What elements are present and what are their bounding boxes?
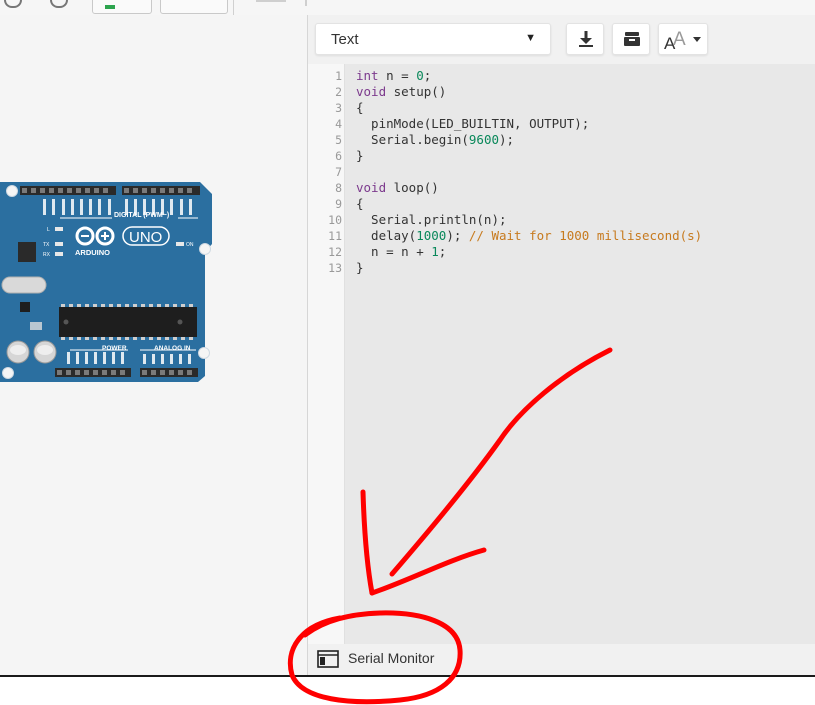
code-token: 9600 <box>468 132 499 147</box>
code-token: 0 <box>416 68 424 83</box>
download-icon <box>579 31 593 47</box>
line-number: 10 <box>328 213 342 227</box>
library-icon <box>624 32 640 46</box>
code-token: 1 <box>431 244 439 259</box>
code-token: loop() <box>386 180 439 195</box>
bottom-border <box>0 675 815 677</box>
line-number: 11 <box>328 229 342 243</box>
code-mode-dropdown[interactable]: Text ▼ <box>315 23 551 55</box>
code-token: ; <box>438 244 447 259</box>
code-token: ); <box>446 228 469 243</box>
line-number: 6 <box>335 149 342 163</box>
line-number: 9 <box>335 197 342 211</box>
green-indicator-icon <box>105 5 115 9</box>
code-token: delay( <box>356 228 417 243</box>
toolbar-button-2[interactable] <box>160 0 228 14</box>
font-size-icon: A A <box>664 29 701 52</box>
toolbar-button-1[interactable] <box>92 0 152 14</box>
code-token: } <box>356 260 364 275</box>
code-line: Serial.println(n); <box>356 212 507 228</box>
code-token: } <box>356 148 364 163</box>
line-number: 5 <box>335 133 342 147</box>
board-name: ARDUINO <box>75 248 110 257</box>
code-token: Serial.println(n); <box>356 212 507 227</box>
code-token: Serial.begin( <box>356 132 469 147</box>
code-token: n = <box>378 68 417 83</box>
rotate-right-icon[interactable] <box>50 0 68 8</box>
toolbar-tool-icon[interactable] <box>256 0 286 2</box>
code-line: n = n + 1; <box>356 244 446 260</box>
serial-monitor-icon <box>317 650 339 668</box>
line-number: 4 <box>335 117 342 131</box>
code-line: Serial.begin(9600); <box>356 132 514 148</box>
code-token: // Wait for 1000 millisecond(s) <box>468 228 703 243</box>
code-line: { <box>356 100 364 116</box>
line-number: 7 <box>335 165 342 179</box>
line-number: 1 <box>335 69 342 83</box>
board-label-rx: RX <box>43 252 51 258</box>
code-line: { <box>356 196 364 212</box>
chevron-down-icon: ▼ <box>525 32 536 44</box>
line-number: 3 <box>335 101 342 115</box>
code-token: int <box>356 68 379 83</box>
code-token: ); <box>499 132 515 147</box>
toolbar-tool-icon-2[interactable] <box>305 0 307 6</box>
rotate-left-icon[interactable] <box>4 0 22 8</box>
code-token: { <box>356 196 364 211</box>
serial-monitor-label: Serial Monitor <box>348 650 435 666</box>
code-token: void <box>356 180 387 195</box>
svg-text:A: A <box>673 29 686 50</box>
line-number-gutter: 1 2 3 4 5 6 7 8 9 10 11 12 13 <box>308 64 345 644</box>
code-token: setup() <box>386 84 447 99</box>
download-button[interactable] <box>566 23 604 55</box>
code-line: void setup() <box>356 84 446 100</box>
code-line: pinMode(LED_BUILTIN, OUTPUT); <box>356 116 589 132</box>
code-token: void <box>356 84 387 99</box>
toolbar-separator <box>233 0 234 15</box>
board-label-analog: ANALOG IN <box>154 345 191 352</box>
line-number: 2 <box>335 85 342 99</box>
code-mode-selected: Text <box>331 31 359 48</box>
code-line: } <box>356 260 364 276</box>
font-size-button[interactable]: A A <box>658 23 708 55</box>
top-toolbar <box>0 0 815 16</box>
board-label-l: L <box>47 227 50 233</box>
code-token: ; <box>423 68 432 83</box>
line-number: 13 <box>328 261 342 275</box>
board-label-tx: TX <box>43 242 50 248</box>
code-token: 1000 <box>416 228 447 243</box>
code-editor[interactable]: 1 2 3 4 5 6 7 8 9 10 11 12 13 int n = 0;… <box>308 64 815 644</box>
code-line: delay(1000); // Wait for 1000 millisecon… <box>356 228 702 244</box>
code-line: void loop() <box>356 180 439 196</box>
library-button[interactable] <box>612 23 650 55</box>
board-label-digital: DIGITAL (PWM~) <box>114 212 169 219</box>
line-number: 12 <box>328 245 342 259</box>
line-number: 8 <box>335 181 342 195</box>
arduino-uno-board[interactable]: DIGITAL (PWM~) L TX RX UNO ARDUINO ON PO… <box>0 182 212 387</box>
code-token: pinMode(LED_BUILTIN, OUTPUT); <box>356 116 590 131</box>
code-line: } <box>356 148 364 164</box>
board-label-power: POWER <box>102 345 127 352</box>
code-token: { <box>356 100 364 115</box>
board-model: UNO <box>129 229 162 246</box>
board-label-on: ON <box>186 242 194 248</box>
code-token: n = n + <box>356 244 432 259</box>
code-line: int n = 0; <box>356 68 431 84</box>
